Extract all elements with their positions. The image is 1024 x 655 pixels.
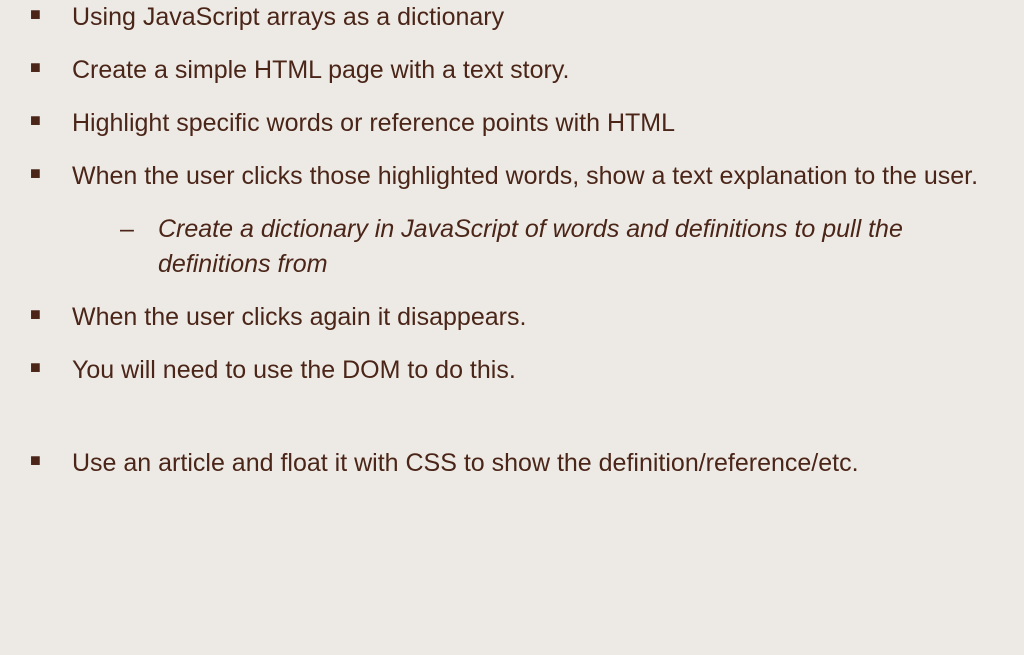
list-item-text: Using JavaScript arrays as a dictionary (72, 3, 504, 31)
sub-list-item-text: Create a dictionary in JavaScript of wor… (158, 215, 903, 278)
list-item: Use an article and float it with CSS to … (30, 446, 994, 481)
vertical-spacer (30, 406, 994, 446)
list-item: Create a simple HTML page with a text st… (30, 53, 994, 88)
sub-list-item: Create a dictionary in JavaScript of wor… (120, 212, 994, 282)
list-item-text: Create a simple HTML page with a text st… (72, 56, 569, 84)
list-item-text: Use an article and float it with CSS to … (72, 449, 859, 477)
list-item: When the user clicks again it disappears… (30, 300, 994, 335)
instruction-list: Using JavaScript arrays as a dictionary … (30, 0, 994, 388)
list-item: Using JavaScript arrays as a dictionary (30, 0, 994, 35)
sub-list: Create a dictionary in JavaScript of wor… (72, 212, 994, 282)
list-item: When the user clicks those highlighted w… (30, 159, 994, 282)
list-item-text: Highlight specific words or reference po… (72, 109, 675, 137)
instruction-list-continued: Use an article and float it with CSS to … (30, 446, 994, 481)
list-item-text: When the user clicks those highlighted w… (72, 162, 978, 190)
list-item-text: You will need to use the DOM to do this. (72, 356, 516, 384)
list-item-text: When the user clicks again it disappears… (72, 303, 526, 331)
list-item: You will need to use the DOM to do this. (30, 353, 994, 388)
list-item: Highlight specific words or reference po… (30, 106, 994, 141)
